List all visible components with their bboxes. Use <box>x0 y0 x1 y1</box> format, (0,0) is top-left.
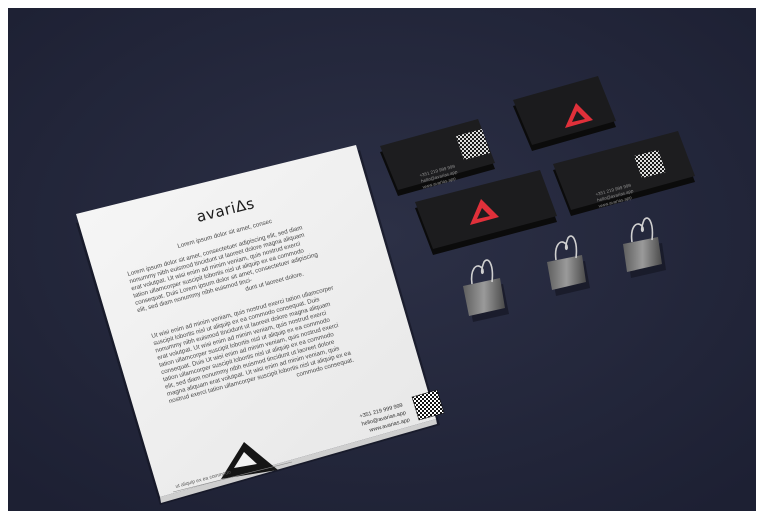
stationery-mockup-scene: avariΔs Lorem ipsum dolor sit amet, cons… <box>8 8 756 511</box>
